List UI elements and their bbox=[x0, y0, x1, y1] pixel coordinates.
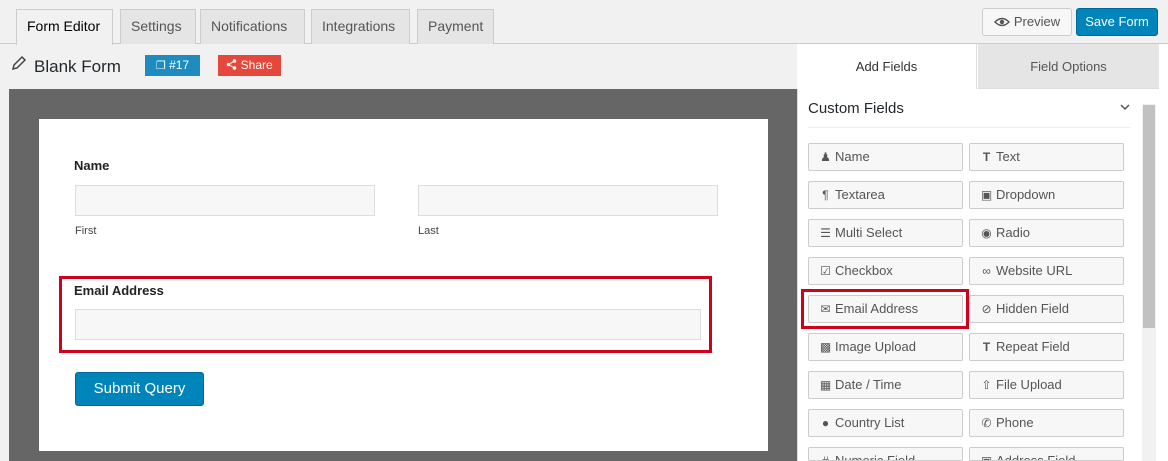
form-title[interactable]: Blank Form bbox=[34, 57, 121, 77]
envelope-icon: ✉ bbox=[820, 302, 831, 316]
field-button-multi-select[interactable]: ☰ Multi Select bbox=[808, 219, 963, 247]
eye-slash-icon: ⊘ bbox=[981, 302, 992, 316]
field-button-image-upload[interactable]: ▩ Image Upload bbox=[808, 333, 963, 361]
name-field-label: Name bbox=[74, 158, 110, 173]
preview-label: Preview bbox=[1013, 14, 1061, 29]
field-button-phone[interactable]: ✆ Phone bbox=[969, 409, 1124, 437]
field-label: Email Address bbox=[835, 301, 919, 316]
text-icon: T bbox=[982, 150, 991, 164]
link-icon: ∞ bbox=[982, 264, 991, 278]
list-icon: ☰ bbox=[820, 226, 831, 240]
paragraph-icon: ¶ bbox=[822, 188, 829, 202]
globe-icon: ● bbox=[821, 416, 830, 430]
field-button-email-address[interactable]: ✉ Email Address bbox=[808, 295, 963, 323]
tab-integrations[interactable]: Integrations bbox=[311, 9, 410, 44]
submit-button[interactable]: Submit Query bbox=[75, 372, 204, 406]
field-button-dropdown[interactable]: ▣ Dropdown bbox=[969, 181, 1124, 209]
email-field-label: Email Address bbox=[74, 283, 164, 298]
last-sublabel: Last bbox=[418, 225, 439, 237]
copy-icon: ❐ bbox=[155, 60, 166, 72]
first-name-input[interactable] bbox=[75, 185, 375, 216]
field-button-repeat-field[interactable]: T Repeat Field bbox=[969, 333, 1124, 361]
panel-scrollbar-thumb[interactable] bbox=[1143, 105, 1155, 328]
field-button-text[interactable]: T Text bbox=[969, 143, 1124, 171]
field-button-checkbox[interactable]: ☑ Checkbox bbox=[808, 257, 963, 285]
field-button-numeric-field[interactable]: # Numeric Field bbox=[808, 447, 963, 461]
text-icon: T bbox=[982, 340, 991, 354]
form-id-badge[interactable]: ❐ #17 bbox=[145, 55, 200, 76]
field-button-hidden-field[interactable]: ⊘ Hidden Field bbox=[969, 295, 1124, 323]
save-form-button[interactable]: Save Form bbox=[1076, 8, 1158, 36]
tab-notifications[interactable]: Notifications bbox=[200, 9, 305, 44]
field-label: Radio bbox=[996, 225, 1030, 240]
field-label: Date / Time bbox=[835, 377, 902, 392]
field-button-address-field[interactable]: ▣ Address Field bbox=[969, 447, 1124, 461]
first-sublabel: First bbox=[75, 225, 97, 237]
tab-field-options[interactable]: Field Options bbox=[978, 44, 1159, 89]
pencil-icon bbox=[11, 55, 27, 71]
field-label: Repeat Field bbox=[996, 339, 1070, 354]
share-label: Share bbox=[240, 58, 273, 72]
image-icon: ▩ bbox=[819, 340, 832, 354]
phone-icon: ✆ bbox=[981, 416, 992, 430]
field-label: Name bbox=[835, 149, 870, 164]
field-button-radio[interactable]: ◉ Radio bbox=[969, 219, 1124, 247]
caret-square-icon: ▣ bbox=[980, 188, 993, 202]
eye-icon bbox=[993, 17, 1010, 27]
field-label: Numeric Field bbox=[835, 453, 916, 461]
field-label: Address Field bbox=[996, 453, 1076, 461]
field-label: File Upload bbox=[996, 377, 1062, 392]
preview-button[interactable]: Preview bbox=[982, 8, 1072, 36]
check-square-icon: ☑ bbox=[820, 264, 831, 278]
field-button-country-list[interactable]: ● Country List bbox=[808, 409, 963, 437]
form-id-label: #17 bbox=[169, 58, 190, 72]
upload-icon: ⇧ bbox=[981, 378, 992, 392]
hash-icon: # bbox=[822, 454, 829, 461]
calendar-icon: ▦ bbox=[819, 378, 832, 392]
tab-payment[interactable]: Payment bbox=[417, 9, 494, 44]
field-label: Multi Select bbox=[835, 225, 903, 240]
field-label: Checkbox bbox=[835, 263, 893, 278]
share-icon bbox=[227, 59, 237, 70]
field-label: Phone bbox=[996, 415, 1034, 430]
chevron-down-icon[interactable] bbox=[1118, 100, 1132, 114]
field-label: Image Upload bbox=[835, 339, 916, 354]
share-button[interactable]: Share bbox=[218, 55, 281, 76]
field-label: Dropdown bbox=[996, 187, 1056, 202]
field-button-date-time[interactable]: ▦ Date / Time bbox=[808, 371, 963, 399]
user-icon: ♟ bbox=[820, 150, 831, 164]
last-name-input[interactable] bbox=[418, 185, 718, 216]
custom-fields-title[interactable]: Custom Fields bbox=[808, 100, 904, 117]
field-label: Text bbox=[996, 149, 1020, 164]
tab-add-fields[interactable]: Add Fields bbox=[797, 44, 977, 89]
field-button-name[interactable]: ♟ Name bbox=[808, 143, 963, 171]
field-button-website-url[interactable]: ∞ Website URL bbox=[969, 257, 1124, 285]
section-divider bbox=[808, 127, 1130, 128]
field-label: Website URL bbox=[996, 263, 1073, 278]
field-label: Textarea bbox=[835, 187, 885, 202]
email-input[interactable] bbox=[75, 309, 701, 340]
field-button-textarea[interactable]: ¶ Textarea bbox=[808, 181, 963, 209]
field-label: Hidden Field bbox=[996, 301, 1069, 316]
dot-circle-icon: ◉ bbox=[981, 226, 992, 240]
tab-settings[interactable]: Settings bbox=[120, 9, 196, 44]
field-button-file-upload[interactable]: ⇧ File Upload bbox=[969, 371, 1124, 399]
field-label: Country List bbox=[835, 415, 905, 430]
address-card-icon: ▣ bbox=[980, 454, 993, 461]
tab-form-editor[interactable]: Form Editor bbox=[16, 9, 113, 45]
